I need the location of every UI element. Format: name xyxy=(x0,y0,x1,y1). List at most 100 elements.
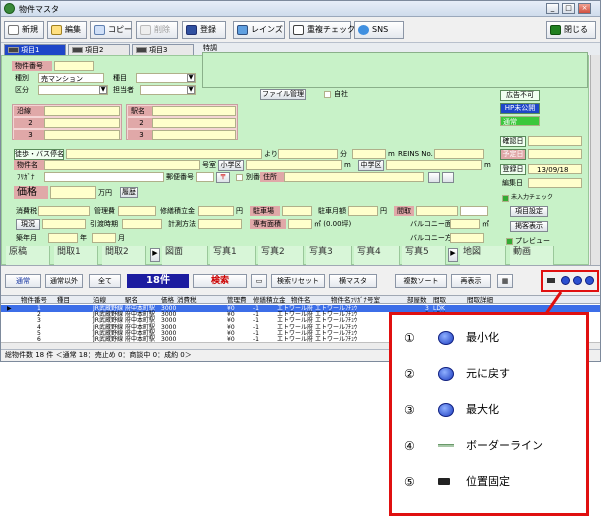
shogakku-field[interactable] xyxy=(246,160,342,170)
search-button[interactable]: 検索 xyxy=(193,274,247,288)
col-kakaku[interactable]: 価格 xyxy=(161,296,174,304)
bukkenmei-field[interactable] xyxy=(44,160,200,170)
toho-bus-button[interactable]: 徒歩・バス停名 xyxy=(14,149,64,160)
tokucho-box[interactable] xyxy=(202,52,588,88)
bukken-no-field[interactable] xyxy=(54,61,94,71)
filter-other-button[interactable]: 通常以外 xyxy=(45,274,83,288)
chevron-down-icon[interactable]: ▼ xyxy=(187,86,195,94)
photo-arrow-button[interactable]: ▶ xyxy=(150,248,160,262)
edit-button[interactable]: 編集 xyxy=(47,21,87,39)
photo-tab-douga[interactable]: 動画 xyxy=(510,246,554,266)
hp-mikoukai-button[interactable]: HP未公開 xyxy=(500,103,540,114)
photo-tab-shashin5[interactable]: 写真5 xyxy=(402,246,446,266)
preview-checkbox[interactable] xyxy=(506,238,513,245)
photo-tab-shashin3[interactable]: 写真3 xyxy=(306,246,352,266)
close-button[interactable]: 閉じる xyxy=(546,21,596,39)
pin-icon[interactable] xyxy=(547,278,555,283)
shubetsu-select[interactable]: 売マンション xyxy=(38,73,104,83)
senyu-field[interactable] xyxy=(288,219,312,229)
genkyo-field[interactable] xyxy=(42,219,86,229)
eki-field-1[interactable] xyxy=(152,106,236,116)
balcony-ho-field[interactable] xyxy=(450,233,484,243)
tab-item1[interactable]: 項目1 xyxy=(4,44,66,55)
henshu-field[interactable] xyxy=(528,178,582,188)
kubun-select[interactable] xyxy=(38,85,108,95)
window-maximize-button[interactable]: □ xyxy=(562,3,575,14)
chikunen-year-field[interactable] xyxy=(48,233,78,243)
toho-field[interactable] xyxy=(66,149,262,159)
madori-type-select[interactable] xyxy=(460,206,488,216)
tab-item3[interactable]: 項目3 xyxy=(132,44,194,55)
kakusha-button[interactable]: 掲客表示 xyxy=(510,221,548,232)
tab-item2[interactable]: 項目2 xyxy=(68,44,130,55)
kakunin-field[interactable] xyxy=(528,136,582,146)
yotei-field[interactable] xyxy=(528,149,582,159)
col-madori-shousai[interactable]: 間取詳細 xyxy=(467,296,493,304)
eki-field-2[interactable] xyxy=(152,118,236,128)
col-bukken-mei[interactable]: 物件名 xyxy=(291,296,311,304)
yubin-field[interactable] xyxy=(196,172,214,182)
col-shuzen[interactable]: 修繕積立金 xyxy=(253,296,286,304)
copy-button[interactable]: コピー xyxy=(90,21,132,39)
col-bukken-no[interactable]: 物件番号 xyxy=(21,296,47,304)
chugakku-field[interactable] xyxy=(386,160,482,170)
folder-icon[interactable]: ▭ xyxy=(251,274,267,288)
photo-tab-genkou[interactable]: 原稿 xyxy=(6,246,50,266)
photo-tab-shashin4[interactable]: 写真4 xyxy=(354,246,400,266)
sns-button[interactable]: SNS xyxy=(354,21,404,39)
touroku-field[interactable]: 13/09/18 xyxy=(528,164,582,174)
jusho-lookup-button-1[interactable] xyxy=(428,172,440,183)
jusho-field[interactable] xyxy=(284,172,424,182)
chevron-down-icon[interactable]: ▼ xyxy=(99,86,107,94)
col-shohizei[interactable]: 消費税 xyxy=(177,296,197,304)
redisplay-button[interactable]: 再表示 xyxy=(451,274,491,288)
postal-mark-button[interactable]: 〒 xyxy=(216,172,230,183)
genkyo-button[interactable]: 現況 xyxy=(16,219,40,230)
kanrihi-field[interactable] xyxy=(118,206,156,216)
col-heyasu[interactable]: 部屋数 xyxy=(407,296,427,304)
multi-sort-button[interactable]: 複数ソート xyxy=(395,274,447,288)
chevron-down-icon[interactable]: ▼ xyxy=(187,74,195,82)
register-button[interactable]: 登録 xyxy=(182,21,226,39)
col-gouto[interactable]: 号室 xyxy=(367,296,380,304)
chushajo-field[interactable] xyxy=(282,206,312,216)
ensen-field-3[interactable] xyxy=(44,130,120,140)
keisoku-field[interactable] xyxy=(198,219,242,229)
photo-tab-shashin1[interactable]: 写真1 xyxy=(210,246,256,266)
koukoku-fuka-button[interactable]: 広告不可 xyxy=(500,90,540,101)
jisha-checkbox[interactable] xyxy=(324,91,331,98)
reins-no-field[interactable] xyxy=(434,149,484,159)
kakunin-button[interactable]: 確認日 xyxy=(500,136,526,147)
photo-tab-zumen[interactable]: 図面 xyxy=(162,246,208,266)
fun-field[interactable] xyxy=(278,149,338,159)
search-reset-button[interactable]: 検索リセット xyxy=(271,274,325,288)
photo-tab-madori1[interactable]: 間取1 xyxy=(54,246,98,266)
chusha-getsu-field[interactable] xyxy=(348,206,378,216)
file-manage-button[interactable]: ファイル管理 xyxy=(260,89,306,100)
duplicate-check-button[interactable]: 重複チェック xyxy=(289,21,355,39)
madori-field[interactable] xyxy=(416,206,458,216)
window-minimize-button[interactable]: _ xyxy=(546,3,559,14)
koumoku-settei-button[interactable]: 項目設定 xyxy=(510,206,548,217)
shogakku-button[interactable]: 小学区 xyxy=(218,160,244,171)
ensen-field-2[interactable] xyxy=(44,118,120,128)
filter-all-button[interactable]: 全て xyxy=(89,274,121,288)
column-master-button[interactable]: 横マスタ xyxy=(329,274,377,288)
betsumei-checkbox[interactable] xyxy=(236,174,243,181)
touroku-button[interactable]: 登録日 xyxy=(500,164,526,175)
minimize-icon[interactable] xyxy=(561,276,570,285)
delete-button[interactable]: 削除 xyxy=(136,21,178,39)
mirai-checkbox[interactable] xyxy=(502,195,509,202)
jusho-lookup-button-2[interactable] xyxy=(442,172,454,183)
shuzen-field[interactable] xyxy=(198,206,234,216)
form-scrollbar[interactable] xyxy=(590,55,600,265)
status-select[interactable]: 通常 xyxy=(500,116,540,126)
col-shumoku[interactable]: 種目 xyxy=(57,296,70,304)
maximize-icon[interactable] xyxy=(585,276,594,285)
col-ensen[interactable]: 沿線 xyxy=(93,296,106,304)
col-kanrihi[interactable]: 管理費 xyxy=(227,296,247,304)
rireki-button[interactable]: 履歴 xyxy=(120,187,138,198)
window-close-button[interactable]: × xyxy=(578,3,591,14)
kakaku-field[interactable] xyxy=(50,186,96,199)
chugakku-button[interactable]: 中学区 xyxy=(358,160,384,171)
